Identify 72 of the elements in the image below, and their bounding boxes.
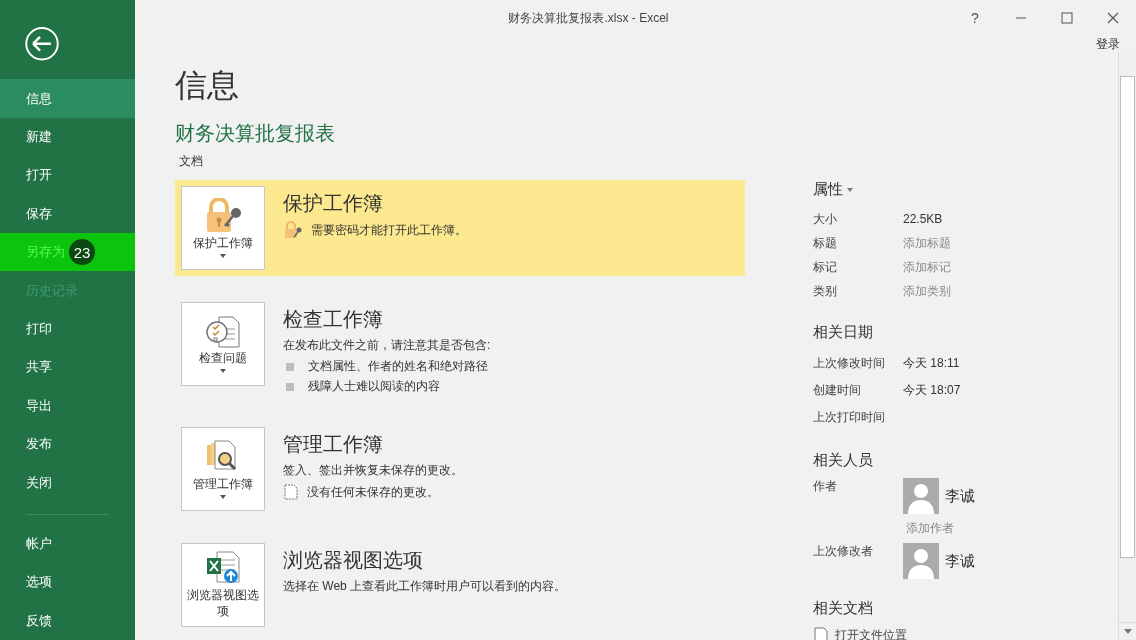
property-value: 22.5KB — [903, 212, 943, 226]
properties-heading[interactable]: 属性 — [813, 180, 843, 199]
property-label: 创建时间 — [813, 382, 862, 399]
document-icon — [813, 626, 829, 640]
checklist-document-icon — [205, 315, 241, 350]
sidebar-item[interactable]: 打印 — [0, 309, 135, 349]
property-label: 类别 — [813, 282, 838, 300]
section-description: 签入、签出并恢复未保存的更改。 — [283, 462, 463, 479]
section-heading: 相关人员 — [813, 451, 874, 470]
window-title: 财务决算批复报表.xlsx - Excel — [507, 9, 670, 27]
scroll-down-icon[interactable] — [1123, 629, 1132, 634]
close-icon[interactable] — [1106, 11, 1120, 25]
document-location: 文档 — [179, 153, 204, 170]
document-icon — [283, 483, 299, 501]
section-description: 在发布此文件之前，请注意其是否包含: — [283, 337, 491, 354]
section-heading: 相关日期 — [813, 323, 874, 342]
note-text: 需要密码才能打开此工作簿。 — [311, 221, 467, 239]
property-value: 今天 18:07 — [903, 382, 961, 399]
section-title: 浏览器视图选项 — [283, 548, 424, 573]
property-value: 今天 18:11 — [903, 355, 960, 372]
person-name[interactable]: 李诚 — [945, 551, 975, 571]
section-title: 检查工作簿 — [283, 307, 384, 332]
sidebar-item[interactable]: 反馈 — [0, 601, 135, 640]
workbook-action-button[interactable]: 浏览器视图选项 — [181, 543, 265, 627]
section-title: 管理工作簿 — [283, 432, 384, 457]
back-icon[interactable] — [24, 26, 60, 62]
property-placeholder[interactable]: 添加标记 — [903, 258, 951, 276]
workbook-action-button[interactable]: 管理工作簿 — [181, 427, 265, 511]
property-label: 大小 — [813, 210, 838, 228]
sidebar-item[interactable]: 导出 — [0, 386, 135, 425]
avatar-icon — [903, 543, 939, 579]
property-label: 标记 — [813, 258, 838, 276]
sidebar-item[interactable]: 打开 — [0, 156, 135, 195]
property-label: 上次修改时间 — [813, 355, 886, 372]
lock-key-icon — [283, 221, 303, 239]
sidebar-item[interactable]: 保存 — [0, 194, 135, 233]
bullet-icon — [286, 382, 294, 391]
note-text: 没有任何未保存的更改。 — [307, 483, 439, 501]
add-author-link[interactable]: 添加作者 — [906, 520, 975, 537]
sidebar-item[interactable]: 共享 — [0, 348, 135, 387]
avatar-icon — [903, 478, 939, 514]
sidebar-item[interactable]: 另存为 23 — [0, 233, 135, 272]
caret-icon — [847, 187, 853, 192]
sidebar-item[interactable]: 关闭 — [0, 463, 135, 502]
workbook-action-button[interactable]: 检查问题 — [181, 302, 265, 386]
person-name[interactable]: 李诚 — [945, 486, 975, 506]
sidebar-item[interactable]: 选项 — [0, 563, 135, 602]
help-button[interactable]: ? — [952, 3, 998, 33]
maximize-icon[interactable] — [1060, 11, 1074, 25]
sidebar-item[interactable]: 信息 — [0, 79, 135, 118]
scrollbar[interactable] — [1118, 52, 1136, 640]
section-title: 保护工作簿 — [283, 191, 384, 216]
section-heading: 相关文档 — [813, 599, 874, 618]
property-placeholder[interactable]: 添加标题 — [903, 234, 951, 252]
property-label: 标题 — [813, 234, 838, 252]
note-text: 残障人士难以阅读的内容 — [308, 378, 440, 395]
bullet-icon — [286, 362, 294, 371]
sidebar-item[interactable]: 发布 — [0, 424, 135, 464]
open-location-link[interactable]: 打开文件位置 — [835, 626, 907, 640]
note-text: 文档属性、作者的姓名和绝对路径 — [308, 358, 488, 375]
document-title: 财务决算批复报表 — [175, 121, 336, 146]
sidebar-item[interactable]: 帐户 — [0, 524, 135, 564]
page-heading: 信息 — [175, 66, 240, 105]
property-placeholder[interactable]: 添加类别 — [903, 282, 951, 300]
step-badge: 23 — [69, 239, 95, 266]
property-label: 上次修改者 — [813, 543, 874, 560]
property-label: 上次打印时间 — [813, 409, 886, 426]
workbook-action-button[interactable]: 保护工作簿 — [181, 186, 265, 270]
sidebar-item[interactable]: 新建 — [0, 117, 135, 157]
sign-in-link[interactable]: 登录 — [1096, 36, 1120, 52]
property-label: 作者 — [813, 478, 838, 495]
section-description: 选择在 Web 上查看此工作簿时用户可以看到的内容。 — [283, 578, 567, 595]
